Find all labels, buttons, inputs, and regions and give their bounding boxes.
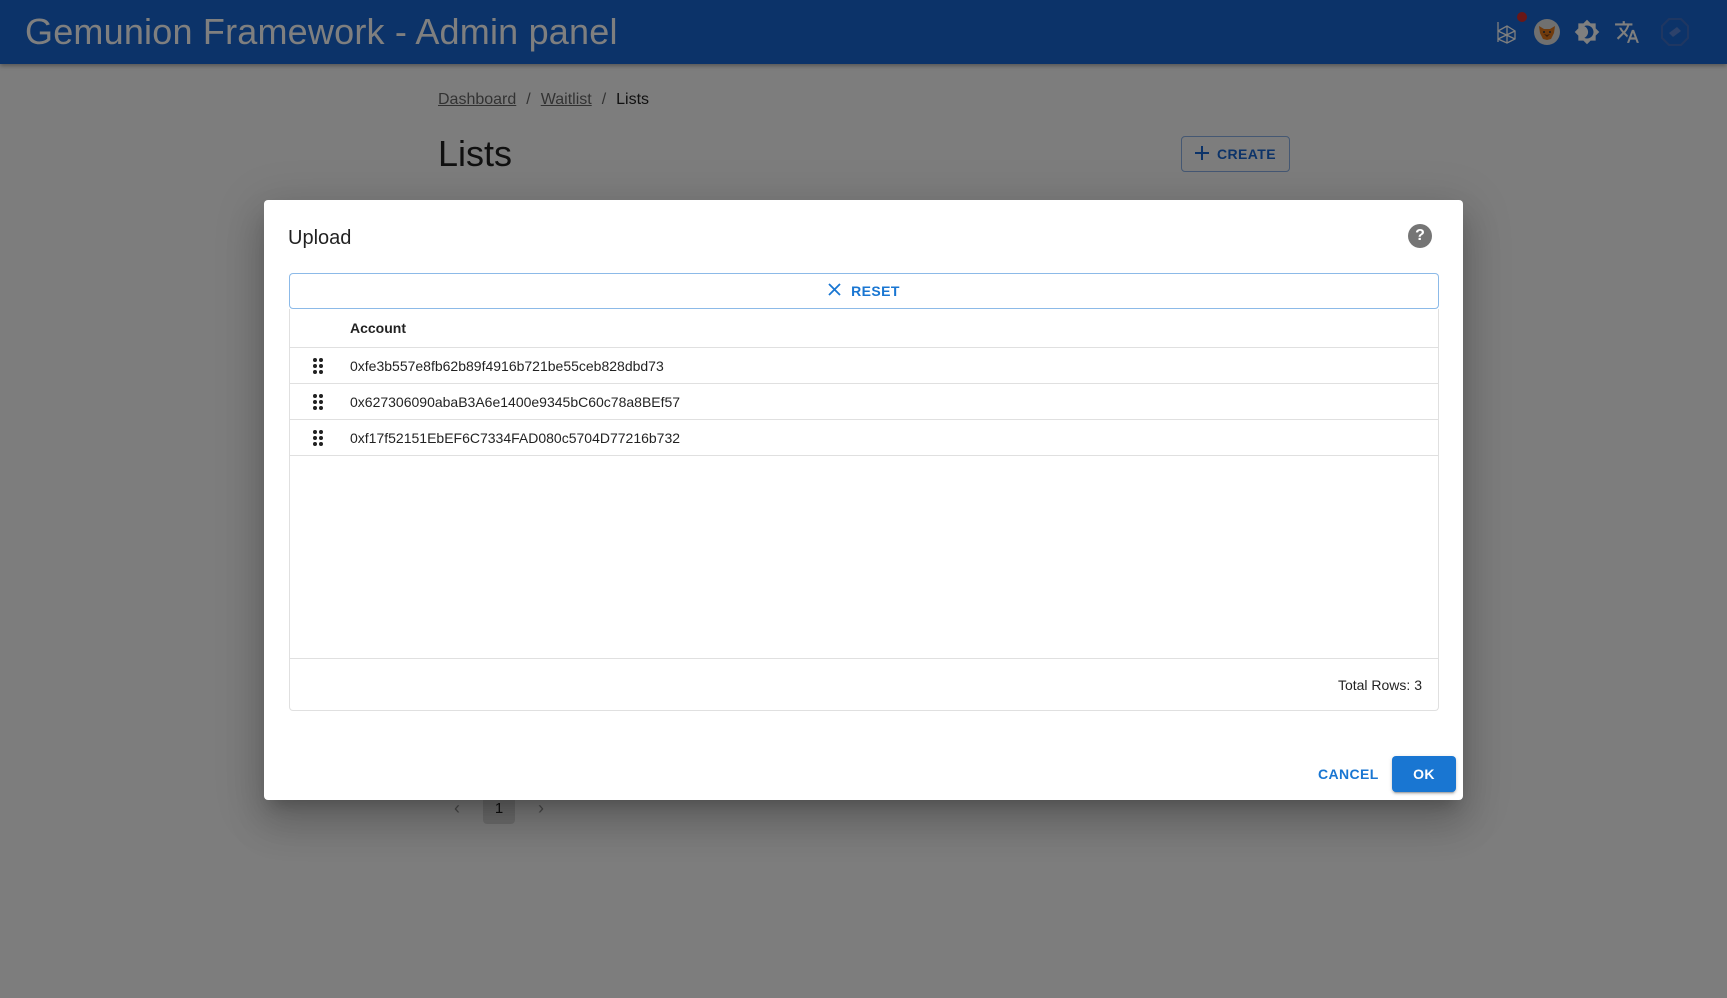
upload-dialog: Upload ? RESET Account 0xfe3b557e8fb62b8… bbox=[264, 200, 1463, 800]
account-cell: 0xf17f52151EbEF6C7334FAD080c5704D77216b7… bbox=[350, 429, 681, 446]
ok-button[interactable]: OK bbox=[1392, 756, 1456, 792]
grid-header-row: Account bbox=[290, 309, 1438, 348]
dialog-title: Upload bbox=[288, 227, 352, 249]
grid-footer: Total Rows: 3 bbox=[290, 658, 1438, 710]
table-row[interactable]: 0xfe3b557e8fb62b89f4916b721be55ceb828dbd… bbox=[290, 348, 1438, 384]
reset-button-label: RESET bbox=[851, 283, 900, 299]
cancel-button[interactable]: CANCEL bbox=[1310, 756, 1387, 792]
drag-handle-icon[interactable] bbox=[294, 429, 342, 447]
help-icon[interactable]: ? bbox=[1408, 224, 1432, 248]
table-row[interactable]: 0x627306090abaB3A6e1400e9345bC60c78a8BEf… bbox=[290, 384, 1438, 420]
account-cell: 0xfe3b557e8fb62b89f4916b721be55ceb828dbd… bbox=[350, 357, 664, 374]
reset-button[interactable]: RESET bbox=[289, 273, 1439, 309]
close-icon bbox=[828, 283, 841, 299]
accounts-data-grid: Account 0xfe3b557e8fb62b89f4916b721be55c… bbox=[289, 309, 1439, 711]
total-rows-label: Total Rows: 3 bbox=[1337, 676, 1422, 693]
table-row[interactable]: 0xf17f52151EbEF6C7334FAD080c5704D77216b7… bbox=[290, 420, 1438, 456]
drag-handle-icon[interactable] bbox=[294, 393, 342, 411]
account-cell: 0x627306090abaB3A6e1400e9345bC60c78a8BEf… bbox=[350, 393, 681, 410]
drag-handle-icon[interactable] bbox=[294, 357, 342, 375]
column-header-account[interactable]: Account bbox=[350, 320, 406, 336]
